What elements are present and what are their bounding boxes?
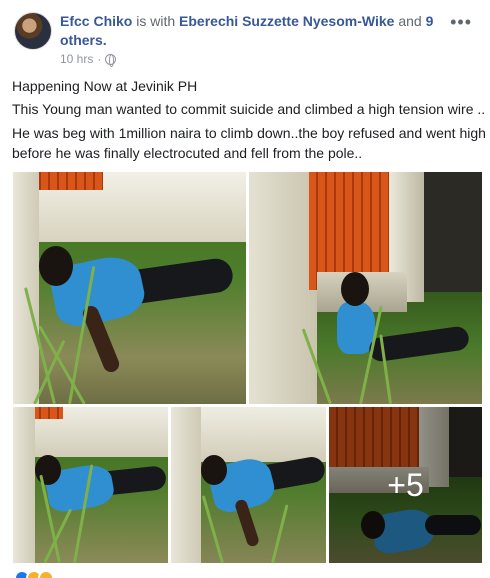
- post-meta: 10 hrs ·: [60, 52, 117, 67]
- author-avatar[interactable]: [14, 12, 52, 50]
- post-photo-1[interactable]: [13, 172, 246, 404]
- more-photos-count: +5: [387, 466, 424, 503]
- with-text: is with: [136, 13, 176, 29]
- post-photo-5[interactable]: +5: [329, 407, 482, 563]
- post-photo-2[interactable]: [249, 172, 482, 404]
- tagged-person-link[interactable]: Eberechi Suzzette Nyesom-Wike: [179, 13, 394, 29]
- more-options-icon[interactable]: •••: [450, 12, 472, 33]
- post-text-line-3: He was beg with 1million naira to climb …: [12, 125, 486, 161]
- author-name-link[interactable]: Efcc Chiko: [60, 13, 132, 29]
- photo-scene: [13, 407, 168, 563]
- post-timestamp[interactable]: 10 hrs: [60, 52, 93, 66]
- post-author-line: Efcc Chiko is with Eberechi Suzzette Nye…: [60, 12, 440, 50]
- photo-scene: [249, 172, 482, 404]
- post-text-line-2: This Young man wanted to commit suicide …: [12, 101, 486, 117]
- photo-scene: [171, 407, 326, 563]
- post-header: Efcc Chiko is with Eberechi Suzzette Nye…: [12, 8, 478, 68]
- photo-scene: [13, 172, 246, 404]
- more-photos-overlay[interactable]: +5: [329, 407, 482, 563]
- post-photo-3[interactable]: [13, 407, 168, 563]
- facebook-post: Efcc Chiko is with Eberechi Suzzette Nye…: [0, 0, 490, 578]
- globe-icon[interactable]: [105, 53, 117, 67]
- post-photo-4[interactable]: [171, 407, 326, 563]
- post-text-line-1: Happening Now at Jevinik PH: [12, 78, 198, 94]
- wow-reaction-icon: [38, 570, 54, 578]
- and-text: and: [398, 13, 422, 29]
- meta-separator: ·: [97, 52, 102, 66]
- reactions-bar[interactable]: [14, 570, 54, 578]
